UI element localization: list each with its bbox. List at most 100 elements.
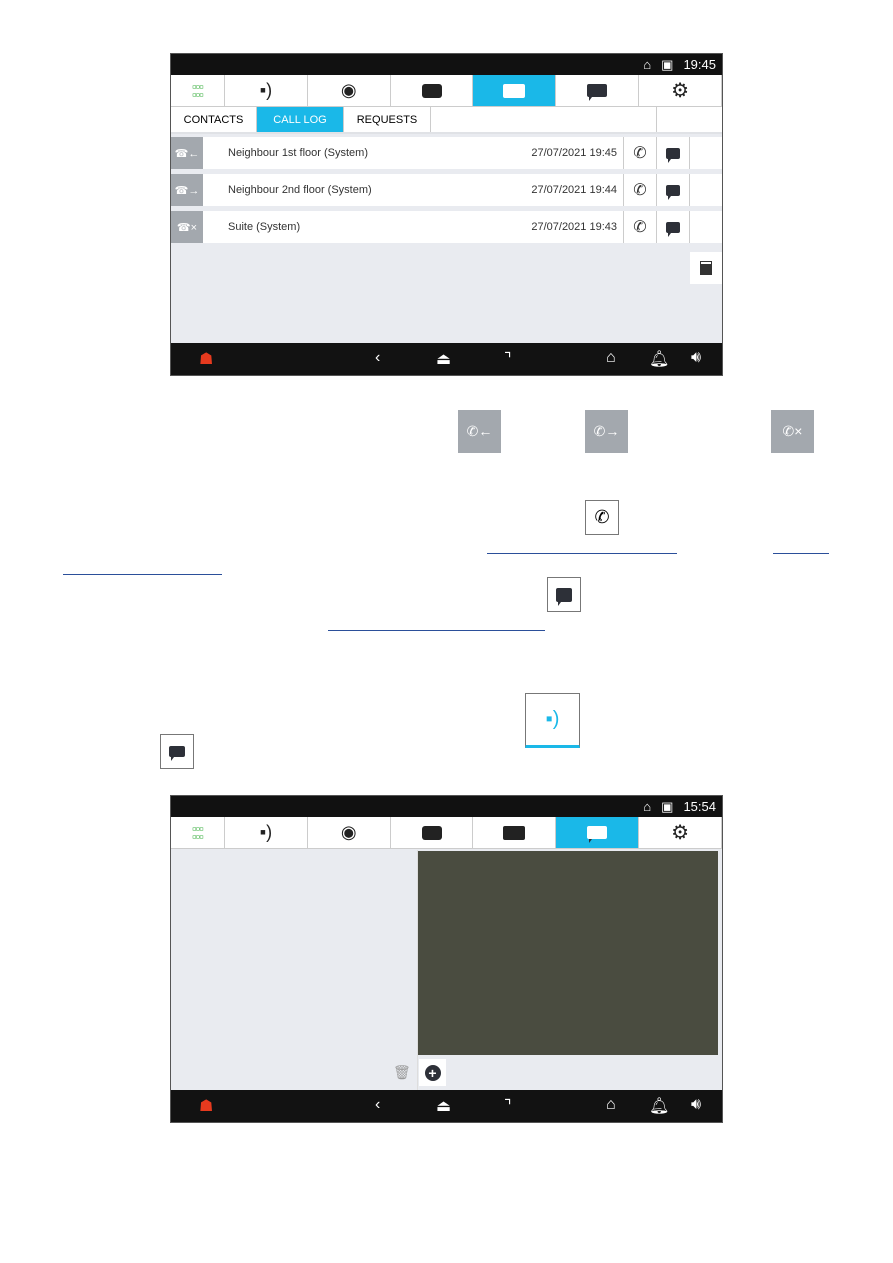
settings-icon: ⚙ xyxy=(671,80,690,102)
tab-contacts[interactable]: CONTACTS xyxy=(171,107,257,132)
bell-icon[interactable]: 🔔︎ xyxy=(649,1096,669,1116)
voicemail-icon xyxy=(421,825,442,840)
call-back-icon: ✆ xyxy=(633,145,647,162)
network-status-icon: ▣ xyxy=(661,56,674,72)
new-chat-button[interactable]: + xyxy=(419,1059,446,1086)
intercom-tab-icon: ▪︎) xyxy=(525,693,580,748)
call-log-screenshot: ⌂ ▣ 19:45 ▫▫▫ ▫▫▫ ▪︎) ◉ ⚙ CONTACTS CALL L… xyxy=(170,53,723,376)
row-empty-cell xyxy=(689,137,722,169)
home-icon[interactable]: ⏏ xyxy=(436,1096,451,1116)
call-back-icon: ✆ xyxy=(633,219,647,236)
volume-icon[interactable]: 🔊︎ xyxy=(691,1096,701,1114)
link-underline[interactable] xyxy=(63,574,222,575)
house-icon[interactable]: ⌂ xyxy=(606,349,616,367)
row-empty-cell xyxy=(689,211,722,243)
caller-name: Neighbour 2nd floor (System) xyxy=(228,184,372,196)
nav-cameras[interactable]: ◉ xyxy=(308,817,391,848)
intercom-call-icon: ▪︎) xyxy=(259,822,273,842)
nav-settings[interactable]: ⚙ xyxy=(639,817,722,848)
nav-chat[interactable] xyxy=(556,75,640,106)
row-empty-cell xyxy=(689,174,722,206)
link-underline[interactable] xyxy=(773,553,829,554)
message-icon xyxy=(666,221,680,237)
house-icon[interactable]: ⌂ xyxy=(606,1096,616,1114)
back-icon[interactable]: ‹ xyxy=(375,349,380,367)
nav-intercom[interactable]: ▪︎) xyxy=(225,817,308,848)
nav-chat[interactable] xyxy=(556,817,640,848)
link-underline[interactable] xyxy=(487,553,677,554)
call-datetime: 27/07/2021 19:44 xyxy=(531,184,617,196)
alarm-icon[interactable]: ☗ xyxy=(199,349,213,369)
nav-contacts[interactable] xyxy=(473,817,557,848)
bottom-bar: ☗ ‹ ⏏ ⌝ ⌂ 🔔︎ 🔊︎ xyxy=(171,343,722,375)
nav-settings[interactable]: ⚙ xyxy=(639,75,722,106)
nav-cameras[interactable]: ◉ xyxy=(308,75,391,106)
home-status-icon: ⌂ xyxy=(643,57,652,72)
status-bar: ⌂ ▣ 15:54 xyxy=(171,796,722,817)
eye-icon: ◉ xyxy=(340,822,357,842)
apps-grid-icon: ▫▫▫ ▫▫▫ xyxy=(192,820,204,844)
eye-icon: ◉ xyxy=(340,80,357,100)
nav-intercom[interactable]: ▪︎) xyxy=(225,75,308,106)
message-button[interactable] xyxy=(656,137,689,169)
message-icon xyxy=(547,577,581,612)
call-back-button[interactable]: ✆ xyxy=(623,211,656,243)
nav-contacts[interactable] xyxy=(473,75,557,106)
outgoing-call-icon: ✆→ xyxy=(585,410,628,453)
bell-icon[interactable]: 🔔︎ xyxy=(649,349,669,369)
outgoing-call-icon: ☎→ xyxy=(171,174,203,206)
nav-voicemail[interactable] xyxy=(391,75,474,106)
incoming-call-icon: ✆← xyxy=(458,410,501,453)
home-icon[interactable]: ⏏ xyxy=(436,349,451,369)
missed-call-icon: ✆× xyxy=(771,410,814,453)
sub-tabs: CONTACTS CALL LOG REQUESTS xyxy=(171,107,722,134)
call-back-icon: ✆ xyxy=(633,182,647,199)
chat-icon xyxy=(587,826,608,843)
message-icon xyxy=(666,184,680,200)
chat-tab-icon xyxy=(160,734,194,769)
intercom-call-icon: ▪︎) xyxy=(259,80,273,100)
delete-chat-button[interactable]: 🗑︎ xyxy=(393,1064,411,1081)
delete-log-button[interactable] xyxy=(690,252,722,284)
contacts-card-icon xyxy=(503,83,526,98)
main-nav: ▫▫▫ ▫▫▫ ▪︎) ◉ ⚙ xyxy=(171,817,722,849)
call-log-row[interactable]: ☎× Suite (System) 27/07/2021 19:43 ✆ xyxy=(171,211,722,243)
status-bar: ⌂ ▣ 19:45 xyxy=(171,54,722,75)
recent-icon[interactable]: ⌝ xyxy=(504,1096,512,1116)
back-icon[interactable]: ‹ xyxy=(375,1096,380,1114)
link-underline[interactable] xyxy=(328,630,545,631)
nav-apps[interactable]: ▫▫▫ ▫▫▫ xyxy=(171,817,225,848)
message-button[interactable] xyxy=(656,211,689,243)
call-log-row[interactable]: ☎→ Neighbour 2nd floor (System) 27/07/20… xyxy=(171,174,722,206)
call-log-row[interactable]: ☎← Neighbour 1st floor (System) 27/07/20… xyxy=(171,137,722,169)
caller-name: Suite (System) xyxy=(228,221,301,233)
settings-icon: ⚙ xyxy=(671,822,690,844)
alarm-icon[interactable]: ☗ xyxy=(199,1096,213,1116)
contacts-card-icon xyxy=(503,825,526,840)
nav-apps[interactable]: ▫▫▫ ▫▫▫ xyxy=(171,75,225,106)
call-back-button[interactable]: ✆ xyxy=(623,174,656,206)
chat-view-area xyxy=(418,851,718,1055)
call-back-icon: ✆ xyxy=(585,500,619,535)
tab-spacer xyxy=(431,107,657,132)
missed-call-icon: ☎× xyxy=(171,211,203,243)
home-status-icon: ⌂ xyxy=(643,799,652,814)
call-datetime: 27/07/2021 19:45 xyxy=(531,147,617,159)
tab-requests[interactable]: REQUESTS xyxy=(344,107,431,132)
clock: 19:45 xyxy=(683,57,716,72)
message-button[interactable] xyxy=(656,174,689,206)
chat-screenshot: ⌂ ▣ 15:54 ▫▫▫ ▫▫▫ ▪︎) ◉ ⚙ 🗑︎ + ☗ ‹ ⏏ ⌝ ⌂ … xyxy=(170,795,723,1123)
caller-name: Neighbour 1st floor (System) xyxy=(228,147,368,159)
tab-call-log[interactable]: CALL LOG xyxy=(257,107,344,132)
apps-grid-icon: ▫▫▫ ▫▫▫ xyxy=(192,78,204,102)
plus-circle-icon: + xyxy=(424,1064,441,1081)
bottom-bar: ☗ ‹ ⏏ ⌝ ⌂ 🔔︎ 🔊︎ xyxy=(171,1090,722,1122)
recent-icon[interactable]: ⌝ xyxy=(504,349,512,369)
voicemail-icon xyxy=(421,83,442,98)
nav-voicemail[interactable] xyxy=(391,817,474,848)
call-back-button[interactable]: ✆ xyxy=(623,137,656,169)
volume-icon[interactable]: 🔊︎ xyxy=(691,349,701,367)
call-datetime: 27/07/2021 19:43 xyxy=(531,221,617,233)
chat-list-panel xyxy=(171,850,418,1091)
trash-icon: 🗑︎ xyxy=(393,1064,411,1080)
